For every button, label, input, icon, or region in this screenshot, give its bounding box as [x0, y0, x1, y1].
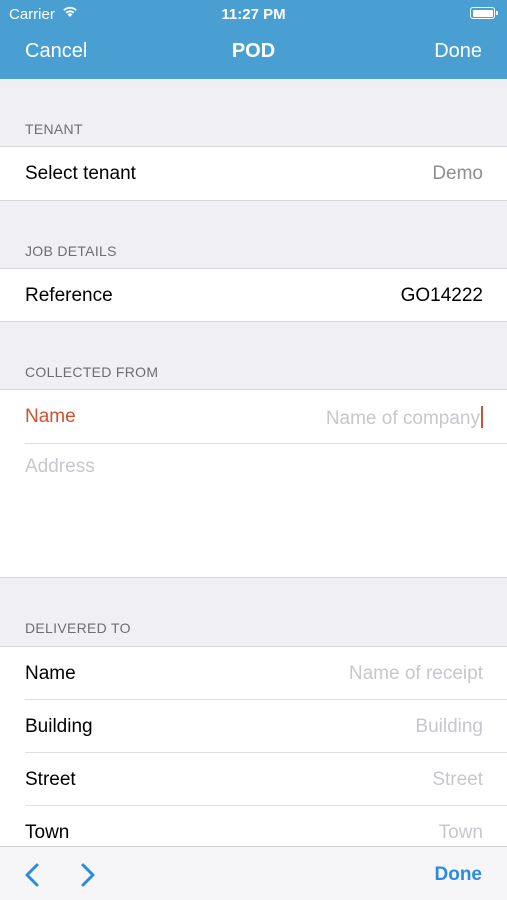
- town-label: Town: [25, 822, 70, 843]
- building-row[interactable]: Building Building: [0, 700, 507, 753]
- section-header-delivered-to: DELIVERED TO: [25, 620, 131, 636]
- divider: [0, 577, 507, 578]
- divider: [0, 389, 507, 390]
- toolbar-done-button[interactable]: Done: [435, 864, 483, 886]
- delivered-name-label: Name: [25, 663, 76, 684]
- page-title: POD: [231, 40, 276, 62]
- job-details-group: Reference GO14222: [0, 269, 507, 322]
- collected-name-input[interactable]: Name of company: [326, 406, 483, 430]
- keyboard-toolbar: Done: [0, 846, 507, 900]
- collected-from-group: Name Name of company Address: [0, 390, 507, 577]
- building-label: Building: [25, 716, 93, 737]
- reference-row[interactable]: Reference GO14222: [0, 269, 507, 322]
- collected-address-input[interactable]: Address: [0, 443, 507, 577]
- divider: [0, 321, 507, 322]
- section-header-tenant: TENANT: [25, 121, 83, 137]
- select-tenant-row[interactable]: Select tenant Demo: [0, 147, 507, 200]
- clock: 11:27 PM: [221, 6, 286, 23]
- selected-tenant-value: Demo: [432, 163, 483, 184]
- reference-value[interactable]: GO14222: [401, 285, 483, 307]
- collected-name-label: Name: [25, 406, 76, 427]
- delivered-name-row[interactable]: Name Name of receipt: [0, 647, 507, 700]
- reference-label: Reference: [25, 285, 113, 306]
- street-input[interactable]: Street: [432, 769, 483, 791]
- divider: [0, 146, 507, 147]
- text-cursor: [481, 406, 483, 428]
- collected-name-row[interactable]: Name Name of company: [0, 390, 507, 443]
- divider: [0, 268, 507, 269]
- street-label: Street: [25, 769, 76, 790]
- chevron-right-icon[interactable]: [78, 862, 98, 888]
- done-button[interactable]: Done: [434, 40, 482, 63]
- building-input[interactable]: Building: [415, 716, 483, 738]
- collected-name-placeholder: Name of company: [325, 408, 480, 429]
- chevron-left-icon[interactable]: [22, 862, 42, 888]
- town-input[interactable]: Town: [439, 822, 483, 844]
- tenant-group: Select tenant Demo: [0, 147, 507, 200]
- collected-address-placeholder: Address: [25, 456, 95, 477]
- navigation-bar: Carrier 11:27 PM Cancel POD Done: [0, 0, 507, 79]
- select-tenant-label: Select tenant: [25, 163, 136, 184]
- delivered-name-input[interactable]: Name of receipt: [349, 663, 483, 685]
- section-header-collected-from: COLLECTED FROM: [25, 364, 159, 380]
- delivered-to-group: Name Name of receipt Building Building S…: [0, 647, 507, 847]
- section-header-job-details: JOB DETAILS: [25, 243, 117, 259]
- status-bar: Carrier 11:27 PM: [0, 0, 507, 28]
- battery-icon: [470, 7, 498, 19]
- divider: [0, 200, 507, 201]
- street-row[interactable]: Street Street: [0, 753, 507, 806]
